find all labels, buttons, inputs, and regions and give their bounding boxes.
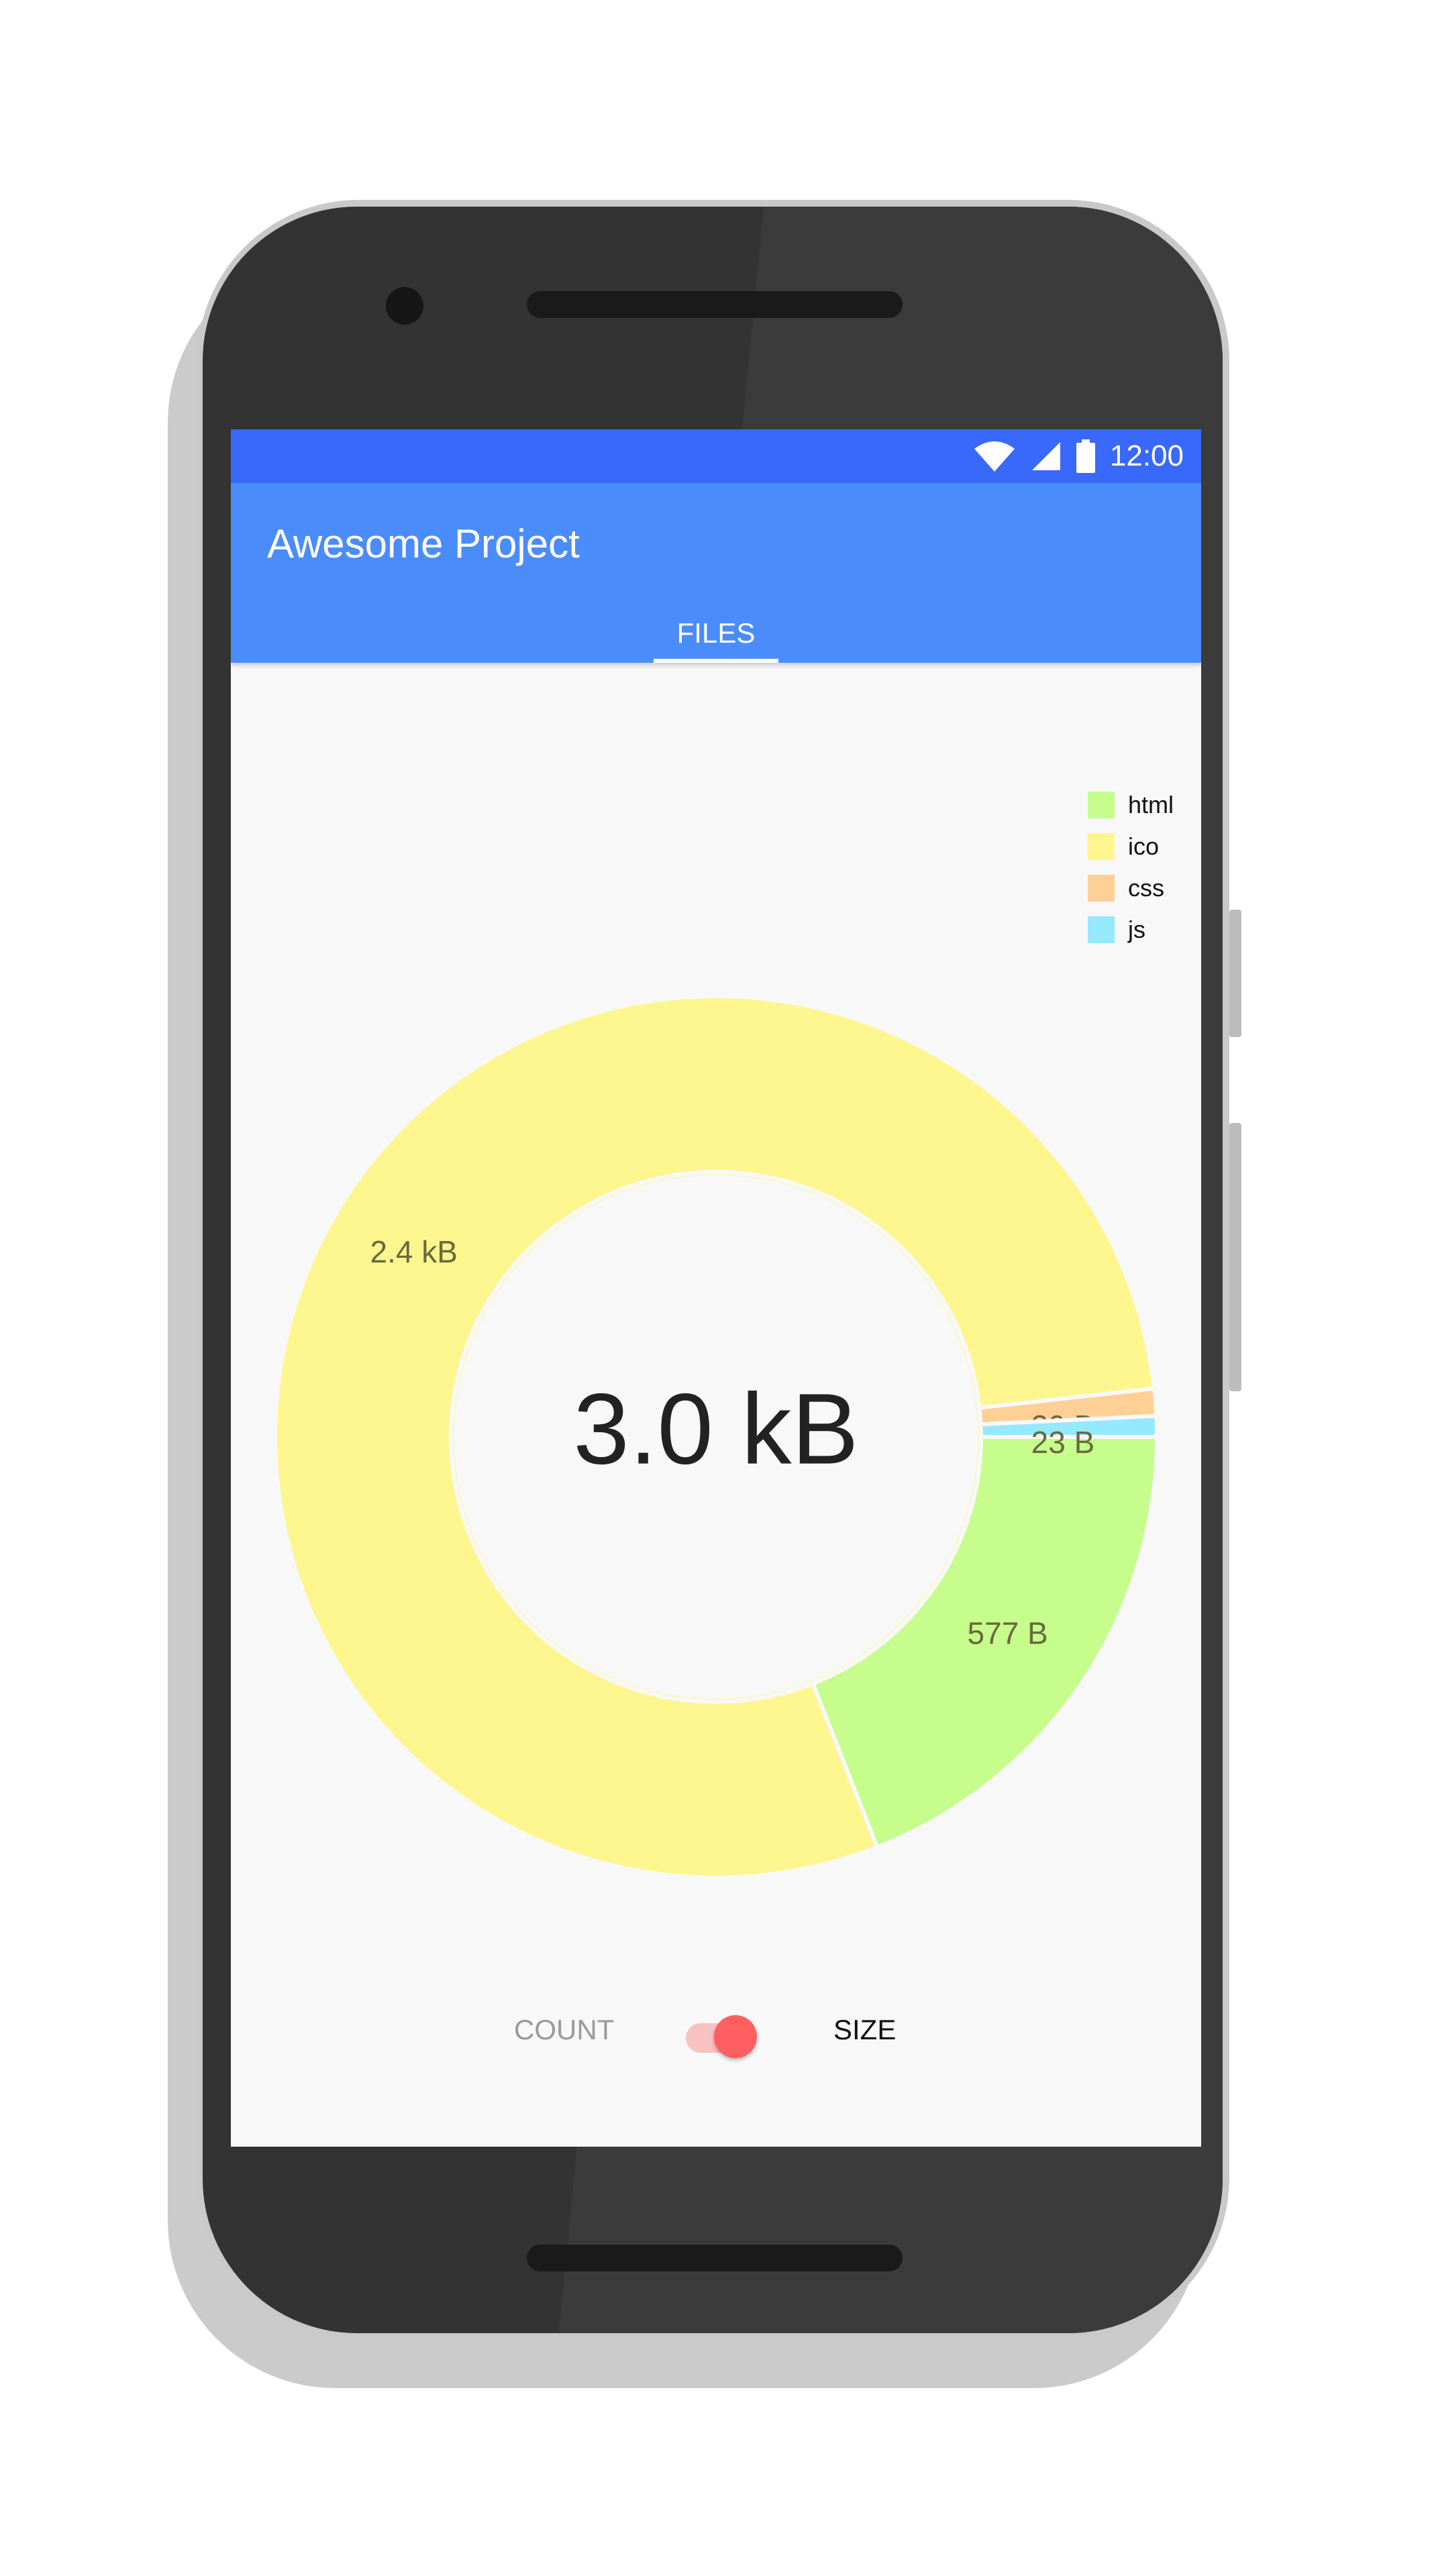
legend-item-html: html [1088, 791, 1174, 818]
screen: 12:00 Awesome Project FILES 577 B2.4 kB3… [231, 429, 1201, 2147]
legend-swatch-ico [1088, 833, 1115, 860]
switch-thumb[interactable] [714, 2015, 757, 2058]
power-button [1229, 1123, 1241, 1391]
chart-legend: html ico css js [1088, 791, 1174, 958]
slice-label-ico: 2.4 kB [370, 1234, 458, 1269]
legend-label-js: js [1128, 916, 1145, 943]
legend-label-ico: ico [1128, 833, 1160, 860]
earpiece-speaker [527, 291, 903, 318]
legend-swatch-js [1088, 916, 1115, 943]
legend-item-css: css [1088, 874, 1174, 902]
legend-item-js: js [1088, 916, 1174, 943]
front-camera [386, 287, 423, 325]
size-label[interactable]: SIZE [833, 2014, 896, 2046]
donut-center-total: 3.0 kB [573, 1373, 858, 1485]
slice-label-html: 577 B [968, 1615, 1048, 1650]
donut-chart: 577 B2.4 kB30 B23 B3.0 kB [273, 994, 1160, 1880]
device-frame: 12:00 Awesome Project FILES 577 B2.4 kB3… [0, 0, 1432, 2576]
legend-item-ico: ico [1088, 833, 1174, 860]
count-label[interactable]: COUNT [514, 2014, 614, 2046]
slice-label-js: 23 B [1031, 1425, 1095, 1460]
legend-label-html: html [1128, 791, 1174, 818]
bottom-speaker [527, 2245, 903, 2271]
count-size-switch[interactable] [682, 2011, 757, 2058]
legend-label-css: css [1128, 874, 1164, 902]
legend-swatch-html [1088, 792, 1115, 818]
legend-swatch-css [1088, 875, 1115, 902]
volume-button [1229, 910, 1241, 1037]
